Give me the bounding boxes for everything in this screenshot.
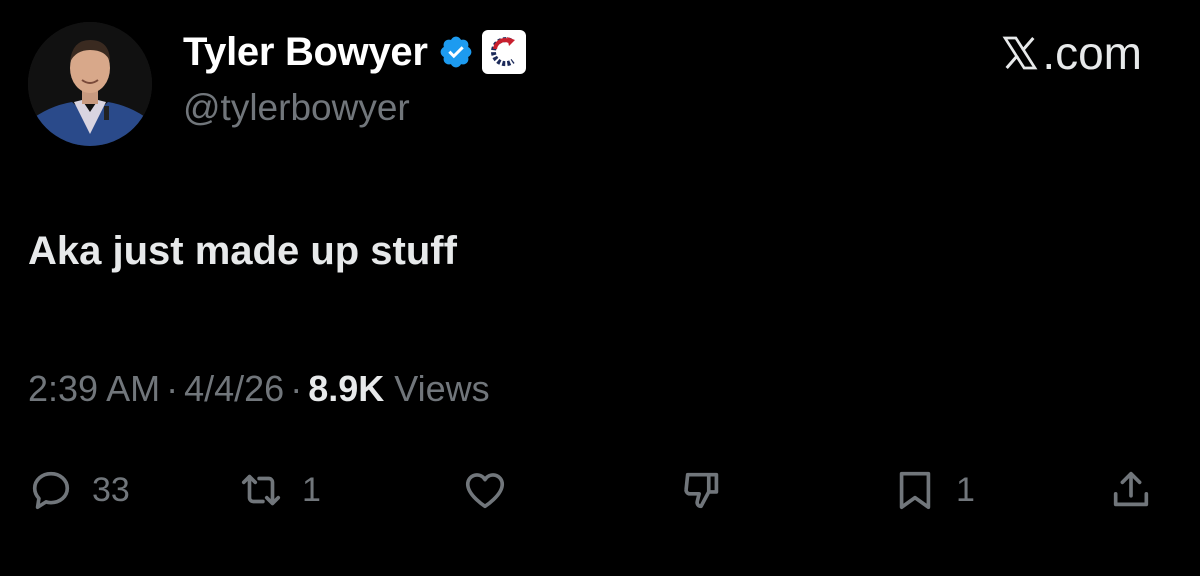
- reply-count: 33: [92, 471, 130, 509]
- tweet-text: Aka just made up stuff: [28, 229, 457, 273]
- verified-badge-icon: [440, 36, 472, 68]
- x-logo-icon: [1002, 36, 1038, 70]
- meta-separator: ·: [290, 368, 303, 409]
- bookmark-icon: [899, 471, 931, 510]
- affiliation-badge[interactable]: [481, 30, 526, 74]
- repost-button[interactable]: 1: [238, 462, 321, 518]
- repost-icon: [241, 474, 281, 506]
- turning-point-logo-icon: [490, 37, 515, 67]
- like-button[interactable]: [462, 462, 508, 518]
- tweet-time[interactable]: 2:39 AM: [28, 368, 160, 409]
- x-brand-logo: .com: [1000, 27, 1142, 79]
- views-count[interactable]: 8.9K: [308, 368, 384, 409]
- reply-icon: [32, 471, 70, 510]
- bookmark-button[interactable]: 1: [892, 462, 975, 518]
- author-handle[interactable]: @tylerbowyer: [183, 86, 410, 130]
- repost-count: 1: [302, 471, 321, 509]
- author-display-name[interactable]: Tyler Bowyer: [183, 28, 428, 76]
- tweet-date[interactable]: 4/4/26: [184, 368, 284, 409]
- share-icon: [1113, 471, 1149, 507]
- heart-icon: [465, 473, 505, 509]
- action-bar: 33 1 1: [0, 462, 1200, 518]
- avatar[interactable]: [28, 22, 152, 146]
- share-button[interactable]: [1108, 462, 1154, 518]
- reply-button[interactable]: 33: [28, 462, 130, 518]
- meta-separator: ·: [166, 368, 179, 409]
- site-domain: .com: [1042, 27, 1142, 79]
- bookmark-count: 1: [956, 471, 975, 509]
- author-name-row: Tyler Bowyer: [183, 28, 526, 76]
- tweet-card: Tyler Bowyer @tylerbowyer .com Aka just …: [0, 0, 1200, 576]
- views-label: Views: [394, 368, 490, 409]
- tweet-meta: 2:39 AM · 4/4/26 · 8.9K Views: [28, 366, 490, 412]
- thumbs-down-icon: [684, 472, 719, 509]
- dislike-button[interactable]: [680, 462, 726, 518]
